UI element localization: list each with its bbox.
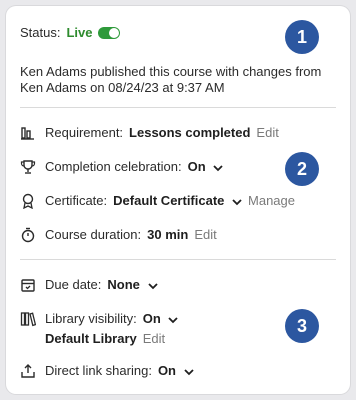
chevron-down-icon (168, 316, 179, 323)
divider-1 (20, 107, 336, 108)
step-badge-3: 3 (285, 309, 319, 343)
published-info: Ken Adams published this course with cha… (20, 64, 321, 96)
calendar-icon (21, 279, 35, 292)
library-sub-row: Default Library Edit (45, 331, 165, 346)
direct-link-value: On (157, 363, 176, 378)
due-date-row: Due date: None (45, 277, 158, 292)
due-date-value: None (107, 277, 140, 292)
duration-label: Course duration: (45, 227, 142, 242)
requirement-value: Lessons completed (129, 125, 251, 140)
completion-dropdown[interactable]: On (188, 159, 224, 174)
completion-value: On (187, 159, 206, 174)
divider-2 (20, 259, 336, 260)
ribbon-icon (22, 193, 34, 209)
library-label: Library visibility: (45, 311, 137, 326)
certificate-value: Default Certificate (113, 193, 225, 208)
requirement-row: Requirement: Lessons completed Edit (45, 125, 279, 140)
status-row: Status: Live (20, 25, 121, 40)
due-date-dropdown[interactable]: None (107, 277, 158, 292)
share-icon (21, 364, 35, 378)
course-settings-card: Status: Live 1 Ken Adams published this … (6, 6, 350, 394)
step-badge-2: 2 (285, 152, 319, 186)
status-label: Status: (20, 25, 61, 40)
step-badge-1: 1 (285, 20, 319, 54)
requirement-edit-link[interactable]: Edit (256, 125, 278, 140)
library-dropdown[interactable]: On (143, 311, 179, 326)
bar-chart-icon (21, 127, 34, 140)
direct-link-dropdown[interactable]: On (158, 363, 194, 378)
certificate-dropdown[interactable]: Default Certificate (113, 193, 242, 208)
books-icon (20, 312, 36, 327)
certificate-row: Certificate: Default Certificate Manage (45, 193, 295, 208)
library-name: Default Library (45, 331, 137, 346)
duration-edit-link[interactable]: Edit (194, 227, 216, 242)
certificate-manage-link[interactable]: Manage (248, 193, 295, 208)
chevron-down-icon (232, 198, 242, 205)
library-value: On (142, 311, 161, 326)
stopwatch-icon (21, 227, 35, 243)
direct-link-label: Direct link sharing: (45, 363, 152, 378)
duration-row: Course duration: 30 min Edit (45, 227, 217, 242)
due-date-label: Due date: (45, 277, 102, 292)
chevron-down-icon (183, 368, 194, 375)
status-value: Live (66, 25, 93, 40)
chevron-down-icon (147, 282, 158, 289)
library-edit-link[interactable]: Edit (143, 331, 165, 346)
certificate-label: Certificate: (45, 193, 108, 208)
published-line-1: Ken Adams published this course with cha… (20, 64, 322, 79)
completion-row: Completion celebration: On (45, 159, 223, 174)
chevron-down-icon (213, 164, 223, 171)
published-line-2: Ken Adams on 08/24/23 at 9:37 AM (20, 80, 225, 95)
library-row: Library visibility: On (45, 311, 179, 326)
status-toggle[interactable] (98, 26, 121, 39)
duration-value: 30 min (147, 227, 189, 242)
requirement-label: Requirement: (45, 125, 124, 140)
direct-link-row: Direct link sharing: On (45, 363, 194, 378)
trophy-icon (20, 160, 36, 174)
completion-label: Completion celebration: (45, 159, 182, 174)
